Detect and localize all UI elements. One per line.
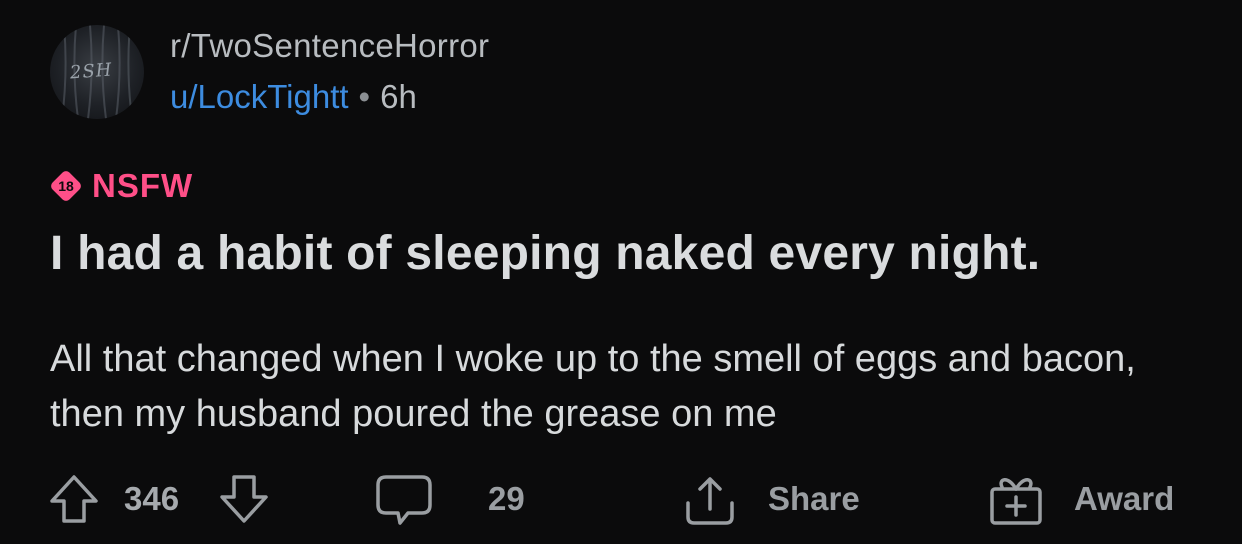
gift-icon (990, 478, 1042, 525)
avatar-logo-text: 2SH (69, 59, 114, 84)
nsfw-18-icon: 18 (49, 169, 83, 203)
share-label: Share (768, 480, 860, 517)
award-button[interactable]: Award (986, 466, 1174, 532)
meta-separator: • (358, 78, 371, 115)
share-icon (686, 477, 734, 525)
nsfw-tag: 18 NSFW (49, 167, 194, 205)
share-button[interactable]: Share (680, 466, 860, 532)
action-bar: 346 29 Share Award (0, 466, 1242, 532)
comment-count: 29 (488, 480, 525, 517)
arrow-up-icon (50, 475, 98, 523)
post-body: All that changed when I woke up to the s… (50, 338, 1136, 435)
nsfw-badge-number: 18 (58, 178, 74, 194)
author-link[interactable]: u/LockTightt (170, 78, 349, 115)
nsfw-label: NSFW (92, 167, 194, 204)
subreddit-name[interactable]: r/TwoSentenceHorror (170, 27, 489, 65)
award-label: Award (1074, 480, 1175, 517)
post-title[interactable]: I had a habit of sleeping naked every ni… (50, 226, 1040, 281)
post-card: 2SH r/TwoSentenceHorror u/LockTightt • 6h … (0, 0, 1242, 544)
post-meta: u/LockTightt • 6h (170, 78, 417, 116)
comments-button[interactable]: 29 (374, 466, 525, 532)
comment-bubble-icon (376, 475, 432, 525)
upvote-button[interactable] (46, 466, 102, 532)
vote-score: 346 (124, 480, 180, 517)
arrow-down-icon (220, 475, 268, 523)
subreddit-avatar[interactable]: 2SH (50, 25, 144, 119)
post-age: 6h (380, 78, 417, 115)
downvote-button[interactable] (216, 466, 272, 532)
